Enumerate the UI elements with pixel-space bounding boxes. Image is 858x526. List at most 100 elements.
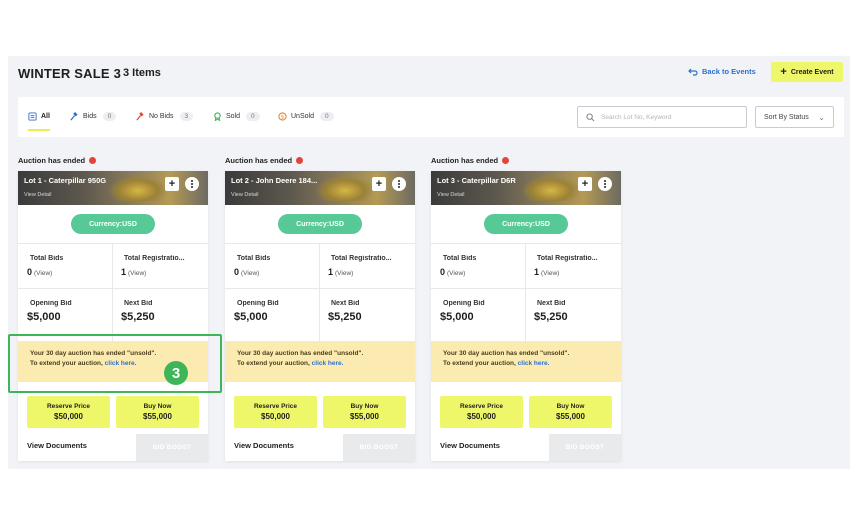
opening-bid-label: Opening Bid (30, 300, 72, 307)
lot-title: Lot 2 - John Deere 184... (231, 176, 318, 185)
no-gavel-icon (136, 111, 144, 120)
view-bids-link[interactable]: (View) (241, 270, 259, 277)
divider (525, 243, 526, 341)
reserve-price-value: $50,000 (261, 412, 290, 421)
total-registrations-label: Total Registratio... (124, 255, 185, 262)
reserve-price-button[interactable]: Reserve Price $50,000 (440, 396, 523, 428)
award-icon (214, 111, 221, 121)
add-button[interactable]: + (578, 177, 592, 191)
buy-now-button[interactable]: Buy Now $55,000 (323, 396, 406, 428)
more-vertical-icon (604, 180, 606, 188)
view-detail-link[interactable]: View Detail (24, 192, 51, 198)
lot-status: Auction has ended (431, 156, 510, 165)
buy-now-value: $55,000 (556, 412, 585, 421)
opening-bid-label: Opening Bid (237, 300, 279, 307)
lot-status: Auction has ended (225, 156, 304, 165)
lot-image[interactable]: Lot 3 - Caterpillar D6R View Detail + (431, 171, 621, 205)
next-bid-value: $5,250 (121, 311, 155, 323)
total-bids-label: Total Bids (30, 255, 64, 262)
tab-sold[interactable]: Sold 0 (213, 107, 260, 125)
view-registrations-link[interactable]: (View) (541, 270, 559, 277)
more-vertical-icon (398, 180, 400, 188)
tab-bids-label: Bids (83, 112, 97, 120)
view-registrations-link[interactable]: (View) (335, 270, 353, 277)
divider (225, 288, 415, 289)
reserve-price-button[interactable]: Reserve Price $50,000 (27, 396, 110, 428)
search-input[interactable]: Search Lot No, Keyword (577, 106, 747, 128)
view-documents-link[interactable]: View Documents (27, 441, 87, 450)
total-registrations-value: 1 (View) (534, 267, 559, 277)
lot-image[interactable]: Lot 2 - John Deere 184... View Detail + (225, 171, 415, 205)
total-registrations-value: 1 (View) (121, 267, 146, 277)
reserve-price-label: Reserve Price (46, 403, 90, 410)
lot-card: Lot 3 - Caterpillar D6R View Detail + Cu… (431, 171, 621, 461)
lot-status-label: Auction has ended (431, 156, 499, 165)
svg-text:$: $ (281, 114, 284, 120)
more-options-button[interactable] (392, 177, 406, 191)
view-detail-link[interactable]: View Detail (231, 192, 258, 198)
view-detail-link[interactable]: View Detail (437, 192, 464, 198)
page-title: WINTER SALE 3 (18, 66, 121, 81)
list-icon (28, 111, 37, 121)
extend-auction-link[interactable]: click here. (518, 360, 550, 367)
divider (225, 243, 415, 244)
sort-label: Sort By Status (764, 113, 809, 121)
buy-now-label: Buy Now (143, 403, 172, 410)
reserve-price-button[interactable]: Reserve Price $50,000 (234, 396, 317, 428)
back-arrow-icon (688, 68, 698, 76)
create-event-button[interactable]: + Create Event (771, 62, 843, 82)
total-registrations-value: 1 (View) (328, 267, 353, 277)
tab-sold-label: Sold (226, 112, 241, 120)
gavel-icon (70, 111, 78, 120)
more-options-button[interactable] (598, 177, 612, 191)
buy-now-button[interactable]: Buy Now $55,000 (116, 396, 199, 428)
view-registrations-link[interactable]: (View) (128, 270, 146, 277)
lot-status-label: Auction has ended (18, 156, 86, 165)
total-registrations-label: Total Registratio... (331, 255, 392, 262)
tab-unsold[interactable]: $ UnSold 0 (278, 107, 334, 125)
opening-bid-value: $5,000 (27, 311, 61, 323)
step-number-badge: 3 (164, 361, 188, 385)
total-registrations-count: 1 (121, 267, 127, 277)
total-bids-count: 0 (440, 267, 446, 277)
chevron-down-icon: ⌄ (818, 112, 825, 122)
extend-auction-link[interactable]: click here. (312, 360, 344, 367)
total-bids-count: 0 (27, 267, 33, 277)
bid-boost-button[interactable]: BID BOOST (136, 434, 208, 461)
divider (431, 243, 621, 244)
reserve-price-value: $50,000 (54, 412, 83, 421)
notice-line: To extend your auction, click here. (443, 359, 621, 369)
divider (112, 243, 113, 341)
view-documents-link[interactable]: View Documents (440, 441, 500, 450)
reserve-price-value: $50,000 (467, 412, 496, 421)
next-bid-value: $5,250 (328, 311, 362, 323)
back-to-events-label: Back to Events (702, 67, 756, 76)
add-button[interactable]: + (165, 177, 179, 191)
lot-status: Auction has ended (18, 156, 97, 165)
divider (319, 243, 320, 341)
lot-card: Lot 1 - Caterpillar 950G View Detail + C… (18, 171, 208, 461)
view-documents-link[interactable]: View Documents (234, 441, 294, 450)
more-options-button[interactable] (185, 177, 199, 191)
notice-text: To extend your auction, (237, 360, 310, 367)
buy-now-button[interactable]: Buy Now $55,000 (529, 396, 612, 428)
tab-no-bids[interactable]: No Bids 3 (136, 107, 194, 125)
lot-image[interactable]: Lot 1 - Caterpillar 950G View Detail + (18, 171, 208, 205)
sort-select[interactable]: Sort By Status ⌄ (755, 106, 834, 128)
status-dot (89, 157, 97, 164)
tab-all-label: All (41, 112, 50, 120)
tab-all[interactable]: All (28, 107, 50, 131)
total-bids-label: Total Bids (443, 255, 477, 262)
reserve-price-label: Reserve Price (459, 403, 503, 410)
add-button[interactable]: + (372, 177, 386, 191)
notice-text: To extend your auction, (443, 360, 516, 367)
bid-boost-button[interactable]: BID BOOST (343, 434, 415, 461)
lot-title: Lot 1 - Caterpillar 950G (24, 176, 107, 185)
total-registrations-count: 1 (534, 267, 540, 277)
view-bids-link[interactable]: (View) (447, 270, 465, 277)
back-to-events-link[interactable]: Back to Events (688, 67, 756, 76)
view-bids-link[interactable]: (View) (34, 270, 52, 277)
tab-bids[interactable]: Bids 0 (70, 107, 117, 125)
bid-boost-button[interactable]: BID BOOST (549, 434, 621, 461)
tab-no-bids-count: 3 (179, 111, 194, 121)
